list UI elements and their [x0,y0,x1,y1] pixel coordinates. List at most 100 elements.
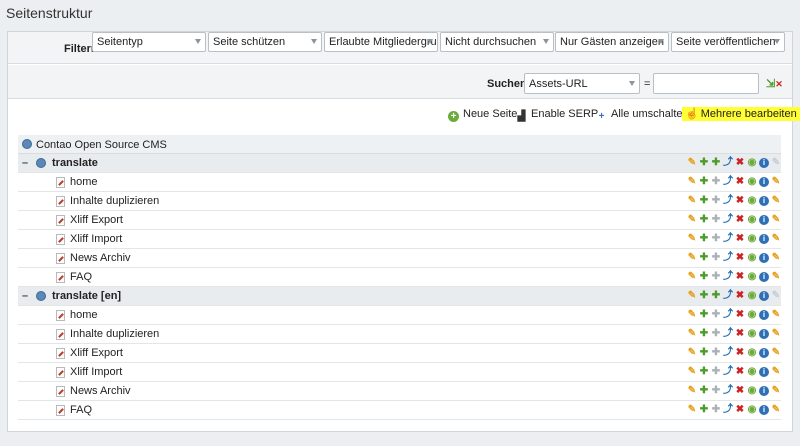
tree-page-label[interactable]: Xliff Export [70,214,123,226]
tree-page-label[interactable]: home [70,176,98,188]
tree-page-row[interactable]: News Archiv ✎ ✚ ✚ ⤴ ✖ ◉ i ✎ [18,382,781,401]
tree-page-row[interactable]: Xliff Export ✎ ✚ ✚ ⤴ ✖ ◉ i ✎ [18,211,781,230]
copy-icon[interactable]: ⤴ [723,366,733,378]
new-page-button[interactable]: + Neue Seite [448,108,517,122]
eye-icon[interactable]: ◉ [747,176,757,188]
delete-icon[interactable]: ✖ [735,328,745,340]
search-field-select[interactable]: Assets-URL [524,73,640,94]
tree-page-label[interactable]: News Archiv [70,385,131,397]
delete-icon[interactable]: ✖ [735,252,745,264]
delete-icon[interactable]: ✖ [735,195,745,207]
copy-icon[interactable]: ⤴ [723,290,733,302]
filter-select-seitentyp[interactable]: Seitentyp [92,32,206,52]
copy-icon[interactable]: ⤴ [723,347,733,359]
paste-icon[interactable]: ✚ [711,252,721,264]
tree-page-label[interactable]: Xliff Export [70,347,123,359]
copy-icon[interactable]: ⤴ [723,252,733,264]
paste-icon[interactable]: ✚ [711,195,721,207]
plus-icon[interactable]: ✚ [699,290,709,302]
copy-icon[interactable]: ⤴ [723,309,733,321]
header-edit-icon[interactable]: ✎ [771,404,781,416]
filter-select-nur-gaesten[interactable]: Nur Gästen anzeigen [555,32,669,52]
paste-icon[interactable]: ✚ [711,290,721,302]
tree-page-row[interactable]: Inhalte duplizieren ✎ ✚ ✚ ⤴ ✖ ◉ i ✎ [18,192,781,211]
pencil-icon[interactable]: ✎ [687,290,697,302]
tree-page-label[interactable]: Inhalte duplizieren [70,195,159,207]
pencil-icon[interactable]: ✎ [687,157,697,169]
header-edit-icon[interactable]: ✎ [771,328,781,340]
delete-icon[interactable]: ✖ [735,233,745,245]
delete-icon[interactable]: ✖ [735,347,745,359]
tree-page-row[interactable]: FAQ ✎ ✚ ✚ ⤴ ✖ ◉ i ✎ [18,401,781,420]
plus-icon[interactable]: ✚ [699,157,709,169]
eye-icon[interactable]: ◉ [747,214,757,226]
plus-icon[interactable]: ✚ [699,214,709,226]
pencil-icon[interactable]: ✎ [687,271,697,283]
header-edit-icon[interactable]: ✎ [771,309,781,321]
paste-icon[interactable]: ✚ [711,347,721,359]
delete-icon[interactable]: ✖ [735,404,745,416]
plus-icon[interactable]: ✚ [699,347,709,359]
eye-icon[interactable]: ◉ [747,233,757,245]
header-edit-icon[interactable]: ✎ [771,347,781,359]
filter-select-mitgliedergruppen[interactable]: Erlaubte Mitgliedergrup [324,32,438,52]
eye-icon[interactable]: ◉ [747,404,757,416]
copy-icon[interactable]: ⤴ [723,195,733,207]
copy-icon[interactable]: ⤴ [723,157,733,169]
header-edit-icon[interactable]: ✎ [771,176,781,188]
plus-icon[interactable]: ✚ [699,366,709,378]
eye-icon[interactable]: ◉ [747,328,757,340]
tree-page-label[interactable]: Inhalte duplizieren [70,328,159,340]
pencil-icon[interactable]: ✎ [687,176,697,188]
tree-group-row[interactable]: – translate [en] ✎ ✚ ✚ ⤴ ✖ ◉ i ✎ [18,287,781,306]
tree-page-row[interactable]: Xliff Import ✎ ✚ ✚ ⤴ ✖ ◉ i ✎ [18,363,781,382]
header-edit-icon[interactable]: ✎ [771,252,781,264]
eye-icon[interactable]: ◉ [747,271,757,283]
delete-icon[interactable]: ✖ [735,214,745,226]
edit-multiple-button[interactable]: ☝ Mehrere bearbeiten [682,107,800,121]
info-icon[interactable]: i [759,367,769,377]
header-edit-icon[interactable]: ✎ [771,366,781,378]
paste-icon[interactable]: ✚ [711,271,721,283]
paste-icon[interactable]: ✚ [711,214,721,226]
pencil-icon[interactable]: ✎ [687,385,697,397]
info-icon[interactable]: i [759,158,769,168]
eye-icon[interactable]: ◉ [747,195,757,207]
info-icon[interactable]: i [759,272,769,282]
plus-icon[interactable]: ✚ [699,233,709,245]
paste-icon[interactable]: ✚ [711,404,721,416]
tree-group-label[interactable]: translate [52,157,98,169]
header-edit-icon[interactable]: ✎ [771,214,781,226]
pencil-icon[interactable]: ✎ [687,252,697,264]
paste-icon[interactable]: ✚ [711,233,721,245]
info-icon[interactable]: i [759,291,769,301]
tree-page-row[interactable]: Xliff Import ✎ ✚ ✚ ⤴ ✖ ◉ i ✎ [18,230,781,249]
header-edit-icon[interactable]: ✎ [771,195,781,207]
info-icon[interactable]: i [759,253,769,263]
header-edit-icon[interactable]: ✎ [771,290,781,302]
delete-icon[interactable]: ✖ [735,157,745,169]
delete-icon[interactable]: ✖ [735,366,745,378]
copy-icon[interactable]: ⤴ [723,233,733,245]
info-icon[interactable]: i [759,234,769,244]
tree-page-label[interactable]: News Archiv [70,252,131,264]
filter-select-nicht-durchsuchen[interactable]: Nicht durchsuchen [440,32,554,52]
search-input[interactable] [653,73,759,94]
info-icon[interactable]: i [759,386,769,396]
eye-icon[interactable]: ◉ [747,290,757,302]
plus-icon[interactable]: ✚ [699,385,709,397]
eye-icon[interactable]: ◉ [747,366,757,378]
copy-icon[interactable]: ⤴ [723,271,733,283]
tree-page-label[interactable]: Xliff Import [70,366,122,378]
pencil-icon[interactable]: ✎ [687,309,697,321]
eye-icon[interactable]: ◉ [747,252,757,264]
pencil-icon[interactable]: ✎ [687,347,697,359]
pencil-icon[interactable]: ✎ [687,233,697,245]
copy-icon[interactable]: ⤴ [723,214,733,226]
copy-icon[interactable]: ⤴ [723,404,733,416]
delete-icon[interactable]: ✖ [735,385,745,397]
tree-page-row[interactable]: Xliff Export ✎ ✚ ✚ ⤴ ✖ ◉ i ✎ [18,344,781,363]
tree-page-label[interactable]: FAQ [70,271,92,283]
plus-icon[interactable]: ✚ [699,404,709,416]
header-edit-icon[interactable]: ✎ [771,271,781,283]
